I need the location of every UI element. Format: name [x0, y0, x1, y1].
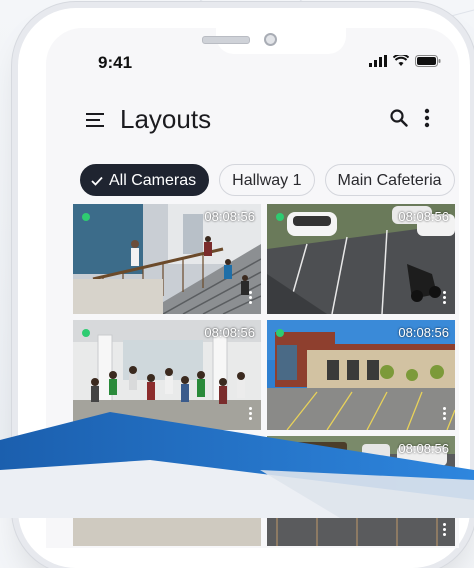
- tile-more-icon[interactable]: [443, 405, 447, 422]
- camera-tile[interactable]: 08:08:56: [267, 204, 455, 314]
- chip-all-cameras[interactable]: All Cameras: [80, 164, 210, 196]
- phone-front-camera: [264, 33, 277, 46]
- filter-chips: All Cameras Hallway 1 Main Cafeteria: [80, 164, 455, 196]
- camera-timestamp: 08:08:56: [398, 325, 449, 340]
- page-title: Layouts: [120, 104, 212, 134]
- tile-more-icon[interactable]: [443, 521, 447, 538]
- menu-icon[interactable]: [86, 112, 106, 128]
- camera-tile[interactable]: 08:08:56: [73, 204, 261, 314]
- camera-timestamp: 08:08:56: [398, 209, 449, 224]
- search-icon[interactable]: [390, 109, 408, 127]
- live-indicator: [276, 445, 284, 453]
- tile-more-icon[interactable]: [249, 405, 253, 422]
- live-indicator: [276, 213, 284, 221]
- camera-tile[interactable]: 08:08:56: [73, 320, 261, 430]
- check-icon: [91, 176, 103, 186]
- more-vertical-icon[interactable]: [424, 108, 430, 128]
- chip-main-cafeteria[interactable]: Main Cafeteria: [324, 164, 455, 196]
- camera-tile[interactable]: 08:08:56: [267, 320, 455, 430]
- live-indicator: [82, 329, 90, 337]
- chip-label: Main Cafeteria: [337, 172, 442, 189]
- live-indicator: [276, 329, 284, 337]
- phone-speaker: [202, 36, 250, 44]
- camera-timestamp: 08:08:56: [204, 209, 255, 224]
- signal-icon: [369, 55, 387, 67]
- tile-more-icon[interactable]: [249, 289, 253, 306]
- chip-label: Hallway 1: [232, 172, 302, 189]
- camera-tile[interactable]: 08:08:56: [267, 436, 455, 546]
- status-icons: [369, 55, 441, 67]
- tile-more-icon[interactable]: [443, 289, 447, 306]
- app-bar: Layouts: [46, 94, 459, 150]
- camera-tile[interactable]: 08:08:56: [73, 436, 261, 546]
- camera-timestamp: 08:08:56: [398, 441, 449, 456]
- live-indicator: [82, 445, 90, 453]
- status-time: 9:41: [98, 53, 133, 72]
- phone-frame: 9:41 Layouts All Cameras Hallway 1 Main …: [18, 8, 470, 568]
- camera-timestamp: 08:08:56: [204, 325, 255, 340]
- app-screen: 9:41 Layouts All Cameras Hallway 1 Main …: [46, 28, 459, 548]
- camera-timestamp: 08:08:56: [204, 441, 255, 456]
- battery-icon: [415, 55, 441, 67]
- live-indicator: [82, 213, 90, 221]
- wifi-icon: [393, 55, 409, 66]
- chip-label: All Cameras: [109, 172, 197, 189]
- chip-hallway-1[interactable]: Hallway 1: [219, 164, 315, 196]
